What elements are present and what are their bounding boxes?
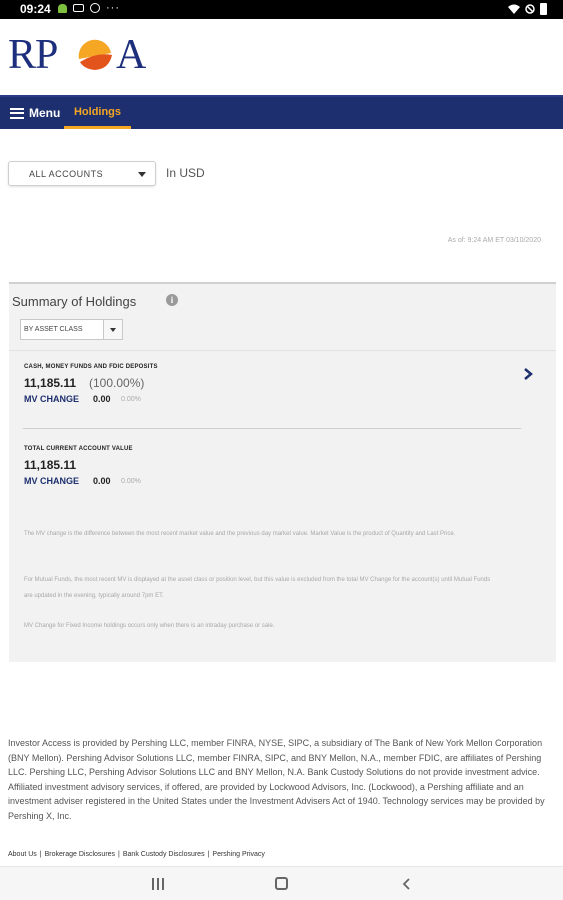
caret-down-icon xyxy=(110,328,116,332)
main-nav-bar: Menu Holdings xyxy=(0,95,563,129)
mv-change-percent: 0.00% xyxy=(121,478,141,485)
logo-text-right: A xyxy=(116,32,147,78)
more-dots-icon: ··· xyxy=(106,2,120,14)
mutual-funds-note: For Mutual Funds, the most recent MV is … xyxy=(24,577,491,599)
row-divider xyxy=(23,428,521,429)
group-by-value: BY ASSET CLASS xyxy=(24,326,83,333)
link-separator: | xyxy=(207,851,210,858)
fixed-income-note: MV Change for Fixed Income holdings occu… xyxy=(24,623,275,629)
info-icon[interactable]: i xyxy=(166,294,178,306)
do-not-disturb-icon xyxy=(525,4,535,14)
android-icon xyxy=(58,3,67,13)
footer-links: About Us | Brokerage Disclosures | Bank … xyxy=(8,851,265,858)
bank-custody-disclosures-link[interactable]: Bank Custody Disclosures xyxy=(123,851,205,858)
mv-change-label: MV CHANGE xyxy=(24,476,80,486)
group-by-dropdown-button[interactable] xyxy=(103,320,122,339)
menu-label: Menu xyxy=(29,106,61,120)
about-us-link[interactable]: About Us xyxy=(8,851,37,858)
group-by-select[interactable]: BY ASSET CLASS xyxy=(20,319,123,340)
caret-down-icon xyxy=(138,172,146,177)
asset-class-value: 11,185.11 xyxy=(24,376,77,390)
total-value-label: TOTAL CURRENT ACCOUNT VALUE xyxy=(24,446,133,452)
notification-box-icon xyxy=(73,4,84,12)
link-separator: | xyxy=(118,851,120,858)
mv-change-note: The MV change is the difference between … xyxy=(24,531,456,537)
logo-sun-icon xyxy=(78,39,112,70)
back-icon[interactable] xyxy=(400,877,414,891)
brokerage-disclosures-link[interactable]: Brokerage Disclosures xyxy=(45,851,115,858)
status-time: 09:24 xyxy=(20,2,51,16)
mv-change-percent: 0.00% xyxy=(121,396,141,403)
rpoa-logo[interactable]: RP A xyxy=(8,34,158,76)
as-of-timestamp: As of: 9:24 AM ET 03/10/2020 xyxy=(447,237,541,244)
divider xyxy=(9,350,556,351)
mv-change-value: 0.00 xyxy=(93,476,111,486)
mv-change-label: MV CHANGE xyxy=(24,394,80,404)
logo-text-left: RP xyxy=(8,32,58,78)
account-select[interactable]: ALL ACCOUNTS xyxy=(8,161,156,186)
battery-icon xyxy=(540,3,547,15)
link-separator: | xyxy=(39,851,42,858)
menu-button[interactable]: Menu xyxy=(10,97,60,129)
total-value: 11,185.11 xyxy=(24,458,77,472)
recents-icon[interactable] xyxy=(152,878,164,890)
asset-class-percent: (100.00%) xyxy=(89,376,145,390)
circle-icon xyxy=(90,3,100,13)
status-bar: 09:24 ··· xyxy=(0,0,563,19)
asset-class-label: CASH, MONEY FUNDS AND FDIC DEPOSITS xyxy=(24,364,158,370)
pershing-privacy-link[interactable]: Pershing Privacy xyxy=(212,851,265,858)
summary-title: Summary of Holdings xyxy=(12,294,137,309)
summary-of-holdings-panel: Summary of Holdings i BY ASSET CLASS CAS… xyxy=(9,282,556,662)
hamburger-icon xyxy=(10,107,24,119)
home-icon[interactable] xyxy=(275,877,288,890)
account-select-value: ALL ACCOUNTS xyxy=(29,169,104,179)
legal-disclaimer: Investor Access is provided by Pershing … xyxy=(8,738,545,821)
status-right-icons xyxy=(508,3,547,15)
currency-label: In USD xyxy=(166,166,205,180)
tab-holdings[interactable]: Holdings xyxy=(64,97,131,129)
wifi-icon xyxy=(508,4,520,14)
chevron-right-icon[interactable] xyxy=(522,368,534,380)
system-nav-bar xyxy=(0,866,563,900)
mv-change-value: 0.00 xyxy=(93,394,111,404)
status-left-icons: ··· xyxy=(58,2,120,14)
